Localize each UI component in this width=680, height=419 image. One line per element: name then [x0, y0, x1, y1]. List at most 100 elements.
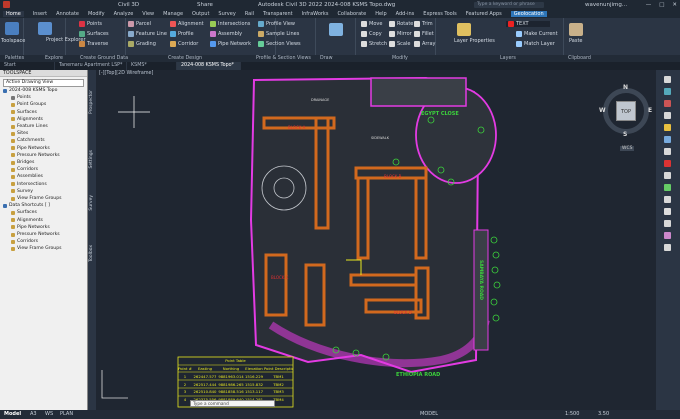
panel-create-design[interactable]: Create Design [168, 56, 202, 61]
tab-infraworks[interactable]: InfraWorks [302, 11, 329, 17]
project-explorer-icon[interactable] [38, 22, 52, 35]
alignment-button[interactable]: Alignment [170, 21, 204, 27]
profile-button[interactable]: Profile [170, 31, 194, 37]
close-icon[interactable]: ✕ [672, 2, 677, 8]
tab-express-tools[interactable]: Express Tools [423, 11, 456, 17]
side-tab-toolbox[interactable]: Toolbox [89, 245, 95, 262]
panel-modify[interactable]: Modify [392, 56, 408, 61]
fillet-button[interactable]: Fillet [414, 31, 434, 37]
tab-addins[interactable]: Add-ins [396, 11, 415, 17]
tab-transparent[interactable]: Transparent [263, 11, 293, 17]
tab-rail[interactable]: Rail [245, 11, 254, 17]
layer-icon[interactable] [664, 88, 671, 95]
pipe-network-button[interactable]: Pipe Network [210, 41, 251, 47]
tree-item[interactable]: Catchments [11, 138, 45, 143]
quick-select-icon[interactable] [664, 124, 671, 131]
tab-output[interactable]: Output [192, 11, 209, 17]
tree-item[interactable]: Point Groups [11, 102, 46, 107]
tree-item[interactable]: Surfaces [11, 110, 37, 115]
text-icon[interactable] [664, 172, 671, 179]
array-button[interactable]: Array [414, 41, 435, 47]
paste-icon[interactable] [569, 23, 583, 36]
tree-item[interactable]: Pressure Networks [11, 153, 60, 158]
layout-tab-model[interactable]: Model [4, 411, 21, 417]
doc-tab-start[interactable]: Start [0, 62, 55, 70]
tree-item[interactable]: Alignments [11, 117, 43, 122]
scale-button[interactable]: Scale [389, 41, 410, 47]
viewcube-top-face[interactable]: TOP [616, 101, 636, 121]
table-icon[interactable] [664, 196, 671, 203]
tree-item[interactable]: 2024-008 KSMS Topo [3, 88, 57, 93]
annotation-scale[interactable]: 1:500 [565, 411, 579, 417]
paste-button[interactable]: Paste [569, 38, 583, 44]
match-properties-icon[interactable] [664, 148, 671, 155]
profile-view-button[interactable]: Profile View [258, 21, 295, 27]
tree-item[interactable]: Pipe Networks [11, 225, 50, 230]
elevation-value[interactable]: 3.50 [598, 411, 609, 417]
hatch-icon[interactable] [664, 160, 671, 167]
tab-help[interactable]: Help [375, 11, 386, 17]
tab-analyze[interactable]: Analyze [114, 11, 134, 17]
surfaces-button[interactable]: Surfaces [79, 31, 109, 37]
tab-collaborate[interactable]: Collaborate [337, 11, 366, 17]
tree-item[interactable]: Feature Lines [11, 124, 48, 129]
toolspace-button[interactable]: Toolspace [1, 38, 25, 44]
toolspace-icon[interactable] [5, 22, 19, 35]
tree-item[interactable]: Sites [11, 131, 28, 136]
maximize-icon[interactable]: □ [659, 2, 664, 8]
trim-button[interactable]: Trim [414, 21, 433, 27]
move-button[interactable]: Move [361, 21, 382, 27]
panel-palettes[interactable]: Palettes [5, 56, 24, 61]
compass-n[interactable]: N [623, 84, 628, 91]
stretch-button[interactable]: Stretch [361, 41, 387, 47]
rotate-button[interactable]: Rotate [389, 21, 413, 27]
tree-item[interactable]: Surfaces [11, 210, 37, 215]
side-tab-survey[interactable]: Survey [89, 195, 95, 211]
properties-icon[interactable] [664, 76, 671, 83]
draw-tool-icon[interactable] [664, 100, 671, 107]
search-input[interactable]: Type a keyword or phrase [474, 1, 544, 8]
measure-icon[interactable] [664, 136, 671, 143]
layout-tab-ws[interactable]: WS [45, 411, 53, 417]
compass-w[interactable]: W [599, 107, 606, 114]
tree-item[interactable]: Intersections [11, 182, 47, 187]
doc-tab-tanemaru[interactable]: Tanemaru Apartment LSP* [55, 62, 127, 70]
tree-item[interactable]: Data Shortcuts [ ] [3, 203, 50, 208]
toolspace-view-select[interactable]: Active Drawing View [3, 79, 84, 87]
tree-item[interactable]: View Frame Groups [11, 196, 62, 201]
panel-draw[interactable]: Draw [320, 56, 333, 61]
panel-profile-section[interactable]: Profile & Section Views [256, 56, 311, 61]
sample-lines-button[interactable]: Sample Lines [258, 31, 299, 37]
layer-properties-button[interactable]: Layer Properties [454, 38, 495, 44]
zoom-icon[interactable] [664, 208, 671, 215]
traverse-button[interactable]: Traverse [79, 41, 108, 47]
compass-s[interactable]: S [623, 131, 627, 138]
model-space-toggle[interactable]: MODEL [420, 411, 438, 417]
panel-layers[interactable]: Layers [500, 56, 516, 61]
copy-button[interactable]: Copy [361, 31, 382, 37]
side-tab-prospector[interactable]: Prospector [89, 90, 95, 114]
compass-e[interactable]: E [648, 107, 652, 114]
tab-featured-apps[interactable]: Featured Apps [466, 11, 502, 17]
tab-modify[interactable]: Modify [88, 11, 105, 17]
section-views-button[interactable]: Section Views [258, 41, 301, 47]
tree-item[interactable]: Pressure Networks [11, 232, 60, 237]
minimize-icon[interactable]: — [646, 2, 652, 8]
civil3d-logo-icon[interactable] [3, 1, 10, 8]
orbit-icon[interactable] [664, 232, 671, 239]
user-account[interactable]: wavenunjimg... [585, 2, 627, 8]
panel-explore[interactable]: Explore [45, 56, 63, 61]
doc-tab-topo[interactable]: 2024-008 KSMS Topo* [177, 62, 241, 70]
viewcube[interactable]: TOP N S W E [599, 84, 652, 140]
grading-button[interactable]: Grading [128, 41, 156, 47]
side-tab-settings[interactable]: Settings [89, 150, 95, 168]
tab-manage[interactable]: Manage [163, 11, 183, 17]
tree-item[interactable]: Alignments [11, 218, 43, 223]
tab-view[interactable]: View [142, 11, 154, 17]
command-line[interactable]: Type a command [190, 400, 275, 407]
panel-clipboard[interactable]: Clipboard [568, 56, 591, 61]
panel-create-ground-data[interactable]: Create Ground Data [80, 56, 128, 61]
tree-item[interactable]: Assemblies [11, 174, 43, 179]
assembly-button[interactable]: Assembly [210, 31, 242, 37]
mirror-button[interactable]: Mirror [389, 31, 412, 37]
